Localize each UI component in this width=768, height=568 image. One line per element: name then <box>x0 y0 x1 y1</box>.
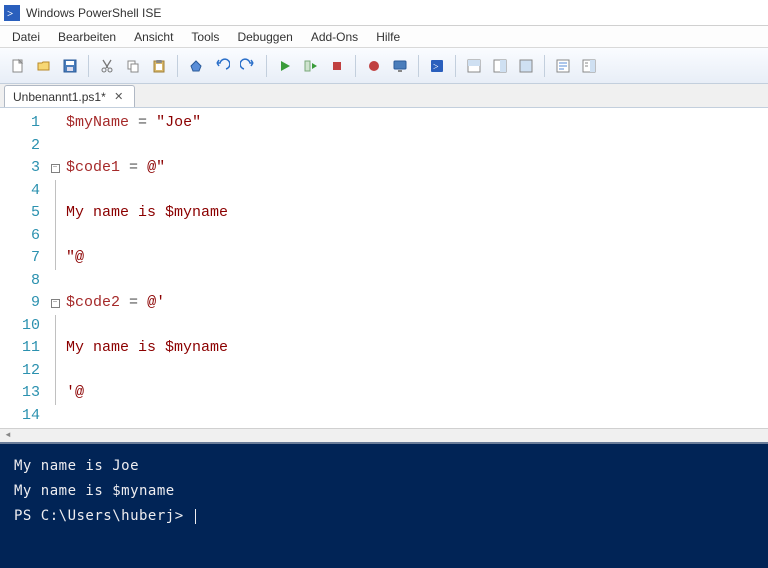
show-command-addon-button[interactable] <box>577 54 601 78</box>
show-script-max-button[interactable] <box>514 54 538 78</box>
menu-bearbeiten[interactable]: Bearbeiten <box>50 28 124 46</box>
horizontal-scrollbar[interactable]: ◄ <box>0 428 768 442</box>
fold-marker <box>48 405 62 428</box>
redo-button[interactable] <box>236 54 260 78</box>
tab-file[interactable]: Unbenannt1.ps1* ✕ <box>4 85 135 107</box>
line-number: 8 <box>0 270 44 293</box>
code-line[interactable] <box>66 225 768 248</box>
code-line[interactable]: "@ <box>66 247 768 270</box>
svg-text:>: > <box>7 8 13 20</box>
menu-hilfe[interactable]: Hilfe <box>368 28 408 46</box>
console-output-line: My name is $myname <box>14 479 754 504</box>
code-line[interactable]: My name is $myname <box>66 337 768 360</box>
line-number: 11 <box>0 337 44 360</box>
powershell-button[interactable]: > <box>425 54 449 78</box>
tab-label: Unbenannt1.ps1* <box>13 90 106 104</box>
stop-button[interactable] <box>325 54 349 78</box>
save-button[interactable] <box>58 54 82 78</box>
code-line[interactable]: $code2 = @' <box>66 292 768 315</box>
scroll-left-icon[interactable]: ◄ <box>2 431 14 440</box>
code-line[interactable] <box>66 180 768 203</box>
fold-marker <box>48 225 62 248</box>
console-prompt[interactable]: PS C:\Users\huberj> <box>14 504 754 529</box>
show-script-right-button[interactable] <box>488 54 512 78</box>
fold-marker <box>48 247 62 270</box>
new-button[interactable] <box>6 54 30 78</box>
open-button[interactable] <box>32 54 56 78</box>
toolbar-separator <box>177 55 178 77</box>
toolbar-separator <box>355 55 356 77</box>
fold-marker <box>48 360 62 383</box>
script-editor[interactable]: 1234567891011121314151617 −− $myName = "… <box>0 108 768 442</box>
menu-addons[interactable]: Add-Ons <box>303 28 366 46</box>
code-line[interactable]: '@ <box>66 382 768 405</box>
run-button[interactable] <box>273 54 297 78</box>
toolbar-separator <box>88 55 89 77</box>
text-cursor <box>195 509 196 524</box>
remote-button[interactable] <box>388 54 412 78</box>
line-number: 13 <box>0 382 44 405</box>
console-output-line: My name is Joe <box>14 454 754 479</box>
menu-debuggen[interactable]: Debuggen <box>229 28 300 46</box>
code-line[interactable]: My name is $myname <box>66 202 768 225</box>
fold-marker <box>48 135 62 158</box>
tab-strip: Unbenannt1.ps1* ✕ <box>0 84 768 108</box>
window-titlebar: > Windows PowerShell ISE <box>0 0 768 26</box>
app-icon: > <box>4 5 20 21</box>
toolbar: > <box>0 48 768 84</box>
window-title: Windows PowerShell ISE <box>26 6 161 20</box>
show-script-pane-button[interactable] <box>462 54 486 78</box>
show-command-button[interactable] <box>551 54 575 78</box>
line-number: 1 <box>0 112 44 135</box>
fold-marker <box>48 315 62 338</box>
fold-marker <box>48 180 62 203</box>
copy-button[interactable] <box>121 54 145 78</box>
line-number: 7 <box>0 247 44 270</box>
toolbar-separator <box>544 55 545 77</box>
line-number: 6 <box>0 225 44 248</box>
line-number: 3 <box>0 157 44 180</box>
menu-datei[interactable]: Datei <box>4 28 48 46</box>
fold-marker <box>48 270 62 293</box>
code-area[interactable]: $myName = "Joe" $code1 = @" My name is $my… <box>62 108 768 442</box>
line-number: 10 <box>0 315 44 338</box>
line-number: 9 <box>0 292 44 315</box>
line-number: 4 <box>0 180 44 203</box>
paste-button[interactable] <box>147 54 171 78</box>
fold-marker <box>48 202 62 225</box>
code-line[interactable] <box>66 315 768 338</box>
fold-marker <box>48 112 62 135</box>
fold-marker[interactable]: − <box>48 292 62 315</box>
run-selection-button[interactable] <box>299 54 323 78</box>
toolbar-separator <box>418 55 419 77</box>
toolbar-separator <box>266 55 267 77</box>
line-number: 2 <box>0 135 44 158</box>
code-line[interactable]: $myName = "Joe" <box>66 112 768 135</box>
code-line[interactable] <box>66 270 768 293</box>
line-number: 5 <box>0 202 44 225</box>
code-line[interactable] <box>66 405 768 428</box>
menu-bar: Datei Bearbeiten Ansicht Tools Debuggen … <box>0 26 768 48</box>
line-number-gutter: 1234567891011121314151617 <box>0 108 48 442</box>
menu-tools[interactable]: Tools <box>183 28 227 46</box>
code-line[interactable] <box>66 360 768 383</box>
code-line[interactable] <box>66 135 768 158</box>
undo-button[interactable] <box>210 54 234 78</box>
fold-marker[interactable]: − <box>48 157 62 180</box>
menu-ansicht[interactable]: Ansicht <box>126 28 181 46</box>
line-number: 12 <box>0 360 44 383</box>
toolbar-separator <box>455 55 456 77</box>
fold-marker <box>48 337 62 360</box>
console-pane[interactable]: My name is JoeMy name is $mynamePS C:\Us… <box>0 442 768 568</box>
line-number: 14 <box>0 405 44 428</box>
svg-text:>: > <box>433 62 439 73</box>
cut-button[interactable] <box>95 54 119 78</box>
breakpoint-button[interactable] <box>362 54 386 78</box>
fold-marker <box>48 382 62 405</box>
clear-button[interactable] <box>184 54 208 78</box>
close-icon[interactable]: ✕ <box>112 90 126 104</box>
fold-column: −− <box>48 108 62 442</box>
code-line[interactable]: $code1 = @" <box>66 157 768 180</box>
